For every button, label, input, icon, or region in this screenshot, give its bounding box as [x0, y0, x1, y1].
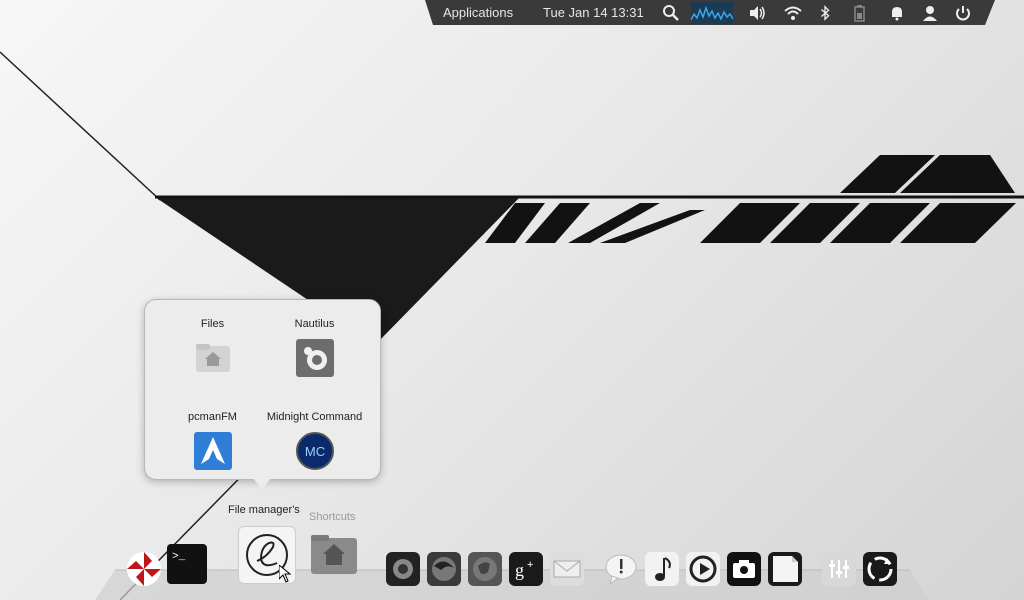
video-icon[interactable] [686, 552, 720, 586]
popup-item-label: Midnight Command [266, 411, 363, 423]
wifi-icon[interactable] [783, 0, 803, 25]
svg-text:+: + [527, 559, 533, 571]
popup-item-files[interactable]: Files [155, 318, 270, 378]
clock[interactable]: Tue Jan 14 13:31 [543, 0, 644, 25]
document-icon[interactable] [768, 552, 802, 586]
screenshot-icon[interactable] [386, 552, 420, 586]
file-managers-popup: Files Nautilus pcmanFM Midnight Command … [144, 299, 381, 480]
terminal-icon[interactable]: >_ [167, 544, 207, 584]
camera-icon[interactable] [727, 552, 761, 586]
nautilus-icon [295, 339, 334, 377]
recycle-icon[interactable] [863, 552, 897, 586]
google-plus-icon[interactable]: g + [509, 552, 543, 586]
popup-item-midnight-commander[interactable]: Midnight Command MC [257, 411, 372, 471]
svg-text:>_: >_ [172, 551, 186, 563]
umbrella-icon[interactable] [124, 549, 164, 589]
popup-arrow [252, 477, 272, 489]
notification-icon[interactable] [887, 0, 907, 25]
browser-icon[interactable] [468, 552, 502, 586]
mouse-cursor [279, 565, 291, 583]
equalizer-icon[interactable] [822, 552, 856, 586]
home-folder-icon [195, 344, 230, 372]
popup-item-nautilus[interactable]: Nautilus [257, 318, 372, 378]
svg-text:MC: MC [304, 444, 324, 459]
folder-title: File manager's [228, 504, 300, 516]
search-icon[interactable] [661, 0, 681, 25]
popup-item-label: pcmanFM [188, 411, 237, 423]
bluetooth-icon[interactable] [817, 0, 833, 25]
pcmanfm-icon [193, 432, 232, 470]
popup-item-label: Files [200, 318, 225, 330]
shortcuts-label: Shortcuts [309, 511, 356, 523]
power-icon[interactable] [953, 0, 973, 25]
shortcuts-folder-icon[interactable] [309, 532, 359, 576]
audio-visualizer[interactable] [691, 0, 733, 25]
user-icon[interactable] [920, 0, 940, 25]
notes-icon[interactable] [604, 552, 638, 586]
popup-item-label: Nautilus [294, 318, 335, 330]
battery-icon[interactable] [849, 0, 869, 25]
midnight-commander-icon: MC [295, 432, 334, 470]
popup-item-pcmanfm[interactable]: pcmanFM [155, 411, 270, 471]
svg-text:g: g [515, 560, 524, 580]
applications-menu[interactable]: Applications [443, 0, 513, 25]
volume-icon[interactable] [747, 0, 767, 25]
firefox-icon[interactable] [427, 552, 461, 586]
top-panel: Applications Tue Jan 14 13:31 [425, 0, 995, 25]
mail-icon[interactable] [550, 552, 584, 586]
music-icon[interactable] [645, 552, 679, 586]
